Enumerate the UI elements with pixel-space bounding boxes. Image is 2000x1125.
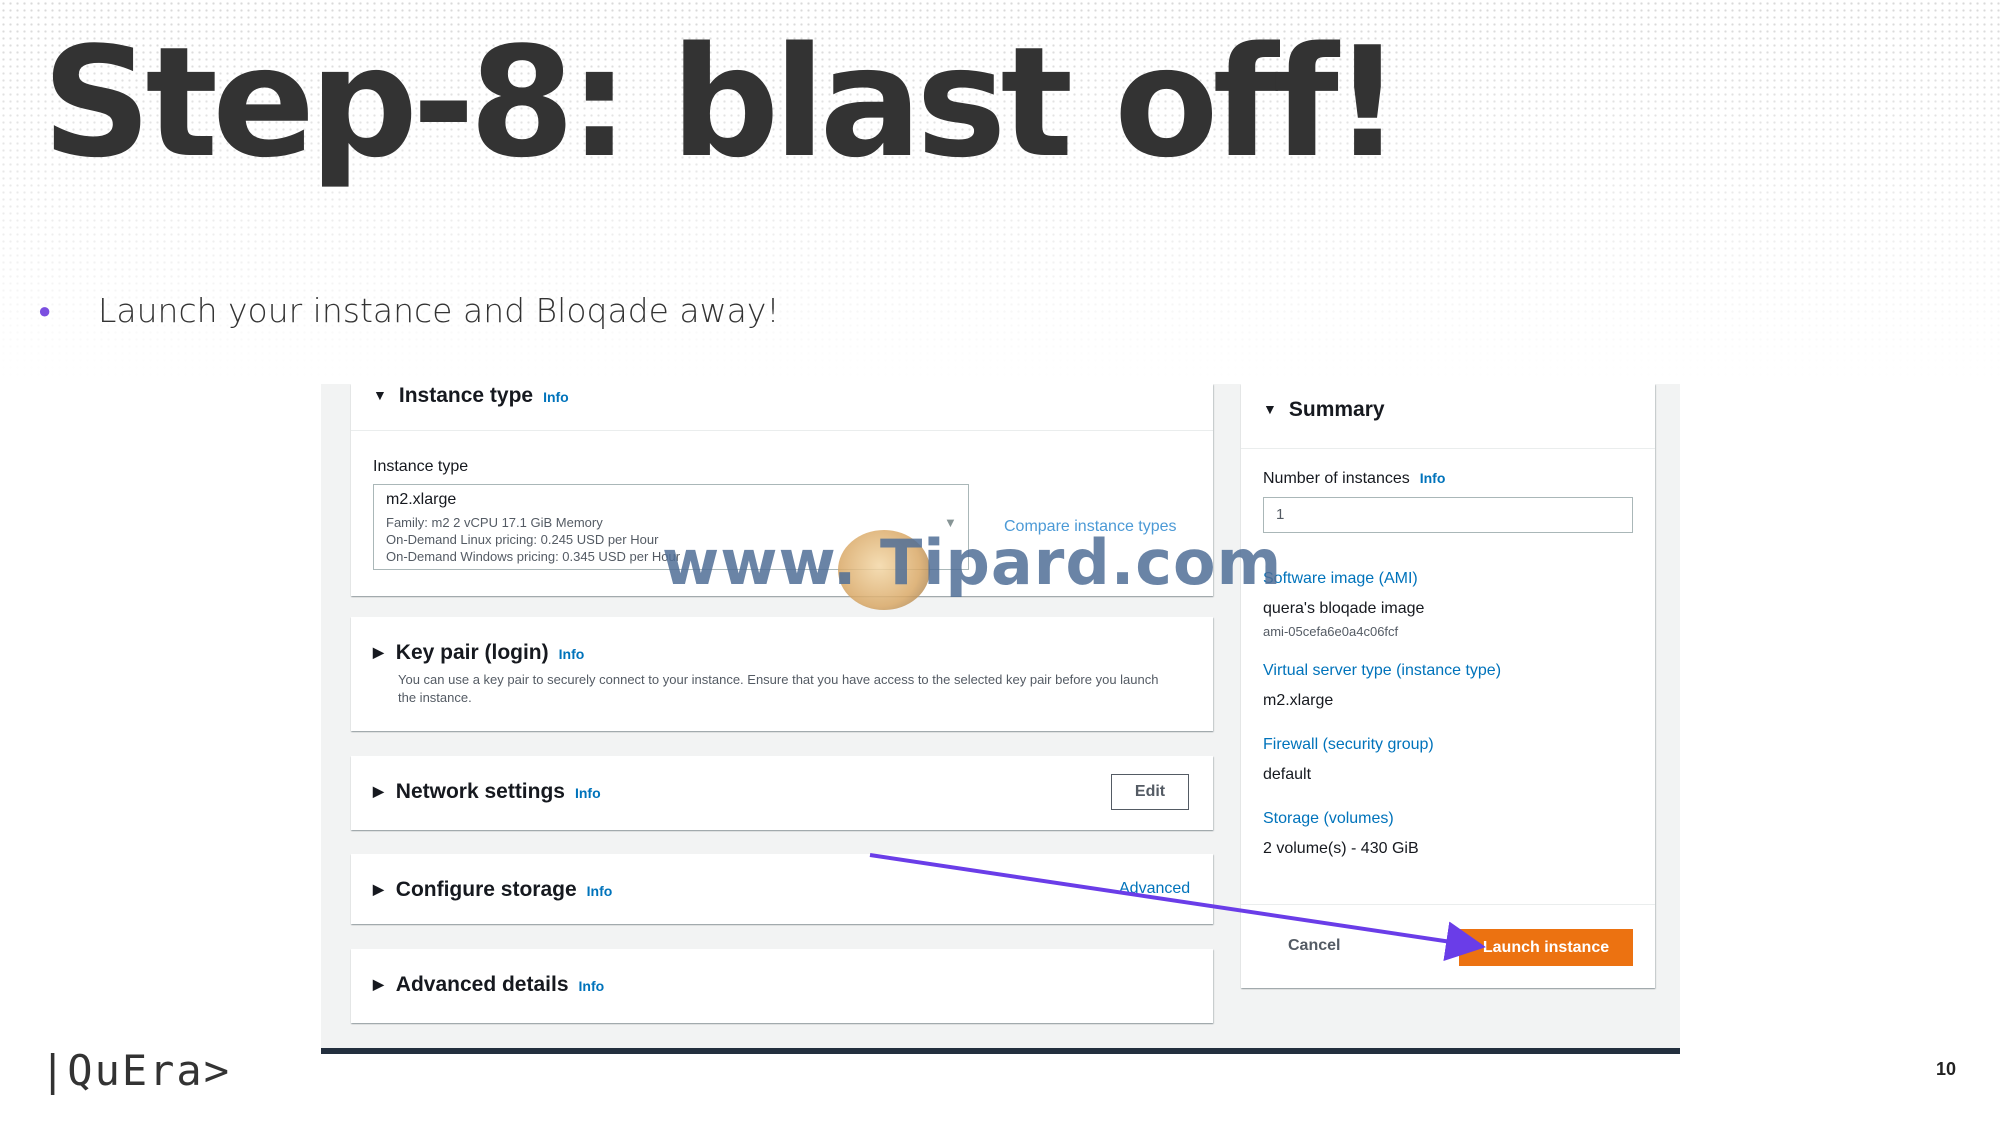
instance-type-heading[interactable]: ▼ Instance type Info [373,384,569,408]
number-of-instances-label: Number of instances Info [1263,470,1446,487]
storage-label-link[interactable]: Storage (volumes) [1263,810,1394,828]
quera-logo: |QuEra> [40,1046,232,1095]
key-pair-panel: ▶ Key pair (login) Info You can use a key … [351,617,1213,731]
configure-storage-heading[interactable]: ▶ Configure storage Info [373,878,612,902]
bullet-text: Launch your instance and Bloqade away! [98,291,780,330]
selected-instance-type: m2.xlarge [386,491,457,508]
advanced-details-panel: ▶ Advanced details Info [351,949,1213,1023]
summary-heading[interactable]: ▼ Summary [1263,398,1385,422]
advanced-link[interactable]: Advanced [1119,880,1190,898]
watermark-text: www. Tipard.com [662,526,1283,599]
network-settings-heading[interactable]: ▶ Network settings Info [373,780,601,804]
info-link[interactable]: Info [543,389,569,405]
expanded-caret-icon: ▼ [1263,401,1277,417]
ami-label-link[interactable]: Software image (AMI) [1263,570,1418,588]
expanded-caret-icon: ▼ [373,387,387,403]
collapsed-caret-icon: ▶ [373,881,384,897]
storage-value: 2 volume(s) - 430 GiB [1263,840,1419,857]
key-pair-description: You can use a key pair to securely conne… [398,672,1159,705]
windows-pricing-line: On-Demand Windows pricing: 0.345 USD per… [386,549,681,564]
info-link[interactable]: Info [575,785,601,801]
launch-instance-button[interactable]: Launch instance [1459,929,1633,966]
firewall-label-link[interactable]: Firewall (security group) [1263,736,1434,754]
slide-title: Step-8: blast off! [42,14,1402,191]
linux-pricing-line: On-Demand Linux pricing: 0.245 USD per H… [386,532,659,547]
firewall-value: default [1263,766,1312,783]
info-link[interactable]: Info [579,978,605,994]
family-line: Family: m2 2 vCPU 17.1 GiB Memory [386,515,603,530]
ami-name: quera's bloqade image [1263,600,1425,617]
server-type-value: m2.xlarge [1263,692,1334,709]
divider [1241,448,1655,449]
screenshot-bottom-bar [321,1048,1680,1054]
divider [351,430,1213,431]
cancel-button[interactable]: Cancel [1288,937,1340,955]
instance-type-label: Instance type [373,458,469,475]
number-of-instances-input[interactable]: 1 [1263,497,1633,533]
edit-button[interactable]: Edit [1111,774,1189,810]
server-type-label-link[interactable]: Virtual server type (instance type) [1263,662,1501,680]
divider [1241,904,1655,905]
bullet-dot: ● [38,298,52,323]
key-pair-heading[interactable]: ▶ Key pair (login) Info [373,641,584,665]
collapsed-caret-icon: ▶ [373,976,384,992]
summary-panel: ▼ Summary Number of instances Info 1 Softw… [1241,384,1655,988]
collapsed-caret-icon: ▶ [373,644,384,660]
info-link[interactable]: Info [1420,470,1446,486]
page-number: 10 [1936,1059,1957,1079]
network-settings-panel: ▶ Network settings Info Edit [351,756,1213,830]
advanced-details-heading[interactable]: ▶ Advanced details Info [373,973,604,997]
info-link[interactable]: Info [587,883,613,899]
ami-id: ami-05cefa6e0a4c06fcf [1263,624,1399,639]
configure-storage-panel: ▶ Configure storage Info Advanced [351,854,1213,924]
collapsed-caret-icon: ▶ [373,783,384,799]
info-link[interactable]: Info [559,646,585,662]
